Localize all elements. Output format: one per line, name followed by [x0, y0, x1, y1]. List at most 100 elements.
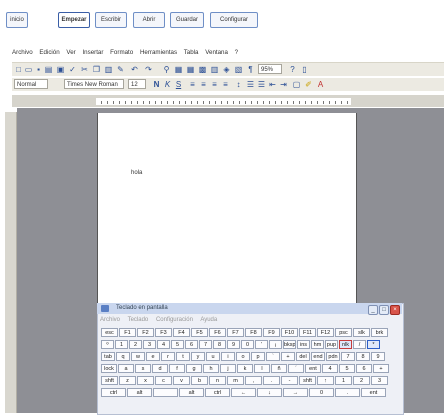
osk-key[interactable]: del [296, 352, 310, 361]
osk-key[interactable]: 5 [339, 364, 355, 373]
osk-key[interactable]: k [237, 364, 253, 373]
font-color-icon[interactable]: A [316, 80, 325, 89]
osk-key[interactable]: ent [361, 388, 386, 397]
redo-icon[interactable]: ↷ [144, 65, 153, 74]
osk-key[interactable]: brk [371, 328, 388, 337]
border-icon[interactable]: ▢ [292, 80, 301, 89]
osk-key[interactable]: 1 [115, 340, 128, 349]
align-left-icon[interactable]: ≡ [188, 80, 197, 89]
osk-key[interactable]: bksp [283, 340, 296, 349]
osk-key[interactable]: . [335, 388, 360, 397]
read-icon[interactable]: ▯ [300, 65, 309, 74]
osk-key[interactable]: o [236, 352, 250, 361]
osk-key[interactable]: s [135, 364, 151, 373]
undo-icon[interactable]: ↶ [130, 65, 139, 74]
osk-key[interactable]: esc [101, 328, 118, 337]
osk-key[interactable]: F5 [191, 328, 208, 337]
underline-icon[interactable]: S [174, 80, 183, 89]
menu-ver[interactable]: Ver [66, 49, 75, 56]
menu-archivo[interactable]: Archivo [12, 49, 33, 56]
columns-icon[interactable]: ▥ [210, 65, 219, 74]
osk-key[interactable]: ↓ [257, 388, 282, 397]
osk-key[interactable]: alt [127, 388, 152, 397]
bullets-icon[interactable]: ☰ [257, 80, 266, 89]
osk-key[interactable]: F8 [245, 328, 262, 337]
osk-key[interactable]: 9 [227, 340, 240, 349]
osk-key[interactable]: l [254, 364, 270, 373]
osk-key[interactable]: t [176, 352, 190, 361]
tab-escribir[interactable]: Escribir [95, 12, 127, 28]
osk-key[interactable]: 2 [353, 376, 370, 385]
save-icon[interactable]: ▪ [34, 65, 43, 74]
osk-key[interactable]: x [137, 376, 154, 385]
osk-key[interactable]: ñ [271, 364, 287, 373]
osk-key[interactable]: * [367, 340, 380, 349]
italic-icon[interactable]: K [163, 80, 172, 89]
osk-key[interactable]: 0 [309, 388, 334, 397]
osk-key[interactable]: ins [297, 340, 310, 349]
osk-key[interactable]: → [283, 388, 308, 397]
insert-excel-icon[interactable]: ▩ [198, 65, 207, 74]
osk-key[interactable]: 7 [199, 340, 212, 349]
osk-key[interactable]: 0 [241, 340, 254, 349]
osk-key[interactable]: b [191, 376, 208, 385]
osk-key[interactable]: ↑ [317, 376, 334, 385]
osk-key[interactable]: ` [266, 352, 280, 361]
cut-icon[interactable]: ✂ [80, 65, 89, 74]
line-spacing-icon[interactable]: ↕ [234, 80, 243, 89]
osk-key[interactable]: 8 [356, 352, 370, 361]
osk-key[interactable]: F6 [209, 328, 226, 337]
osk-menu-archivo[interactable]: Archivo [100, 317, 120, 323]
help-icon[interactable]: ? [288, 65, 297, 74]
osk-key[interactable]: 4 [157, 340, 170, 349]
paste-icon[interactable]: ▥ [104, 65, 113, 74]
open-folder-icon[interactable]: ▭ [24, 65, 33, 74]
vertical-ruler[interactable] [5, 112, 17, 413]
osk-key[interactable]: 1 [335, 376, 352, 385]
osk-key[interactable]: slk [353, 328, 370, 337]
osk-key[interactable]: a [118, 364, 134, 373]
osk-key[interactable]: 7 [341, 352, 355, 361]
align-center-icon[interactable]: ≡ [199, 80, 208, 89]
menu-ayuda[interactable]: ? [235, 49, 238, 56]
osk-key[interactable]: + [373, 364, 389, 373]
osk-key[interactable]: n [209, 376, 226, 385]
osk-key[interactable]: pup [325, 340, 338, 349]
osk-key[interactable]: 4 [322, 364, 338, 373]
highlight-icon[interactable]: ✐ [304, 80, 313, 89]
osk-menu-ayuda[interactable]: Ayuda [200, 317, 217, 323]
osk-menu-configuracion[interactable]: Configuración [156, 317, 193, 323]
osk-key[interactable]: F4 [173, 328, 190, 337]
osk-key[interactable]: 3 [143, 340, 156, 349]
osk-key[interactable]: F3 [155, 328, 172, 337]
maximize-icon[interactable]: □ [379, 305, 389, 315]
osk-key[interactable]: tab [101, 352, 115, 361]
tab-configurar[interactable]: Configurar [210, 12, 258, 28]
osk-key[interactable]: F1 [119, 328, 136, 337]
osk-key[interactable]: psc [335, 328, 352, 337]
osk-key[interactable]: shft [299, 376, 316, 385]
show-hide-icon[interactable]: ¶ [246, 65, 255, 74]
zoom-select[interactable]: 95% [258, 64, 282, 74]
osk-key[interactable]: c [155, 376, 172, 385]
menu-edicion[interactable]: Edición [39, 49, 59, 56]
menu-herramientas[interactable]: Herramientas [140, 49, 177, 56]
osk-key[interactable]: / [353, 340, 366, 349]
numbering-icon[interactable]: ☰ [246, 80, 255, 89]
osk-key[interactable]: , [245, 376, 262, 385]
copy-icon[interactable]: ❐ [92, 65, 101, 74]
tab-abrir[interactable]: Abrir [133, 12, 165, 28]
osk-key[interactable]: 6 [185, 340, 198, 349]
osk-key[interactable]: F12 [317, 328, 334, 337]
osk-key[interactable]: ← [231, 388, 256, 397]
osk-key[interactable]: v [173, 376, 190, 385]
osk-key[interactable]: 5 [171, 340, 184, 349]
hyperlink-icon[interactable]: ⚲ [162, 65, 171, 74]
osk-key[interactable]: e [146, 352, 160, 361]
osk-key[interactable]: hm [311, 340, 324, 349]
style-select[interactable]: Normal [14, 79, 48, 89]
osk-key[interactable]: º [101, 340, 114, 349]
osk-key[interactable]: r [161, 352, 175, 361]
osk-key[interactable]: 2 [129, 340, 142, 349]
osk-key[interactable]: ent [305, 364, 321, 373]
